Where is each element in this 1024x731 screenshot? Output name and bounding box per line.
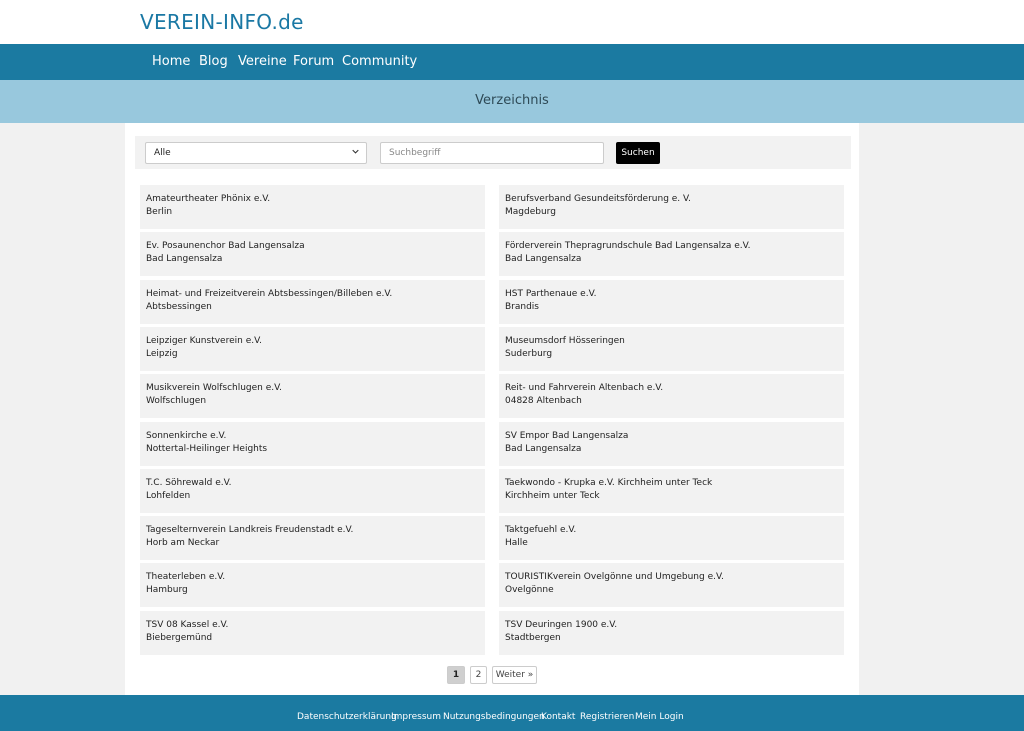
- listing-city: Abtsbessingen: [146, 302, 212, 312]
- listing-city: Bad Langensalza: [505, 254, 582, 264]
- listing-city: Kirchheim unter Teck: [505, 491, 600, 501]
- page-1-button[interactable]: 1: [447, 666, 465, 684]
- listing-card[interactable]: Taktgefuehl e.V. Halle: [499, 516, 844, 560]
- listing-city: Suderburg: [505, 349, 553, 359]
- listing-name[interactable]: T.C. Söhrewald e.V.: [146, 477, 485, 490]
- nav-item-home[interactable]: Home: [152, 54, 190, 69]
- listing-name[interactable]: HST Parthenaue e.V.: [505, 288, 844, 301]
- listing-card[interactable]: Tageselternverein Landkreis Freudenstadt…: [140, 516, 485, 560]
- listing-city: Horb am Neckar: [146, 538, 220, 548]
- listing-card[interactable]: Amateurtheater Phönix e.V. Berlin: [140, 185, 485, 229]
- listing-city: Ovelgönne: [505, 585, 554, 595]
- listing-card[interactable]: Ev. Posaunenchor Bad Langensalza Bad Lang…: [140, 232, 485, 276]
- top-header: VEREIN-INFO.de: [0, 0, 1024, 44]
- listing-card[interactable]: TSV 08 Kassel e.V. Biebergemünd: [140, 611, 485, 655]
- listing-name[interactable]: TSV Deuringen 1900 e.V.: [505, 619, 844, 632]
- footer-link-datenschutz[interactable]: Datenschutzerklärung: [297, 712, 397, 722]
- listing-city: Lohfelden: [146, 491, 191, 501]
- listing-city: Leipzig: [146, 349, 178, 359]
- chevron-down-icon: [352, 149, 359, 154]
- footer-link-nutzungsbedingungen[interactable]: Nutzungsbedingungen: [443, 712, 545, 722]
- footer-link-impressum[interactable]: Impressum: [391, 712, 441, 722]
- next-page-button[interactable]: Weiter »: [492, 666, 537, 684]
- listing-city: Stadtbergen: [505, 633, 561, 643]
- listing-card[interactable]: Musikverein Wolfschlugen e.V. Wolfschluge…: [140, 374, 485, 418]
- listing-city: Halle: [505, 538, 528, 548]
- listing-card[interactable]: Taekwondo - Krupka e.V. Kirchheim unter …: [499, 469, 844, 513]
- listing-card[interactable]: TSV Deuringen 1900 e.V. Stadtbergen: [499, 611, 844, 655]
- listing-name[interactable]: Taktgefuehl e.V.: [505, 524, 844, 537]
- listing-card[interactable]: HST Parthenaue e.V. Brandis: [499, 280, 844, 324]
- listing-city: Nottertal-Heilinger Heights: [146, 444, 268, 454]
- footer-link-mein-login[interactable]: Mein Login: [635, 712, 684, 722]
- listing-name[interactable]: Heimat- und Freizeitverein Abtsbessingen…: [146, 288, 485, 301]
- listing-card[interactable]: Leipziger Kunstverein e.V. Leipzig: [140, 327, 485, 371]
- listing-name[interactable]: Sonnenkirche e.V.: [146, 430, 485, 443]
- listing-card[interactable]: Heimat- und Freizeitverein Abtsbessingen…: [140, 280, 485, 324]
- listing-name[interactable]: Förderverein Thepragrundschule Bad Lange…: [505, 240, 844, 253]
- listing-name[interactable]: Reit- und Fahrverein Altenbach e.V.: [505, 382, 844, 395]
- listing-name[interactable]: Musikverein Wolfschlugen e.V.: [146, 382, 485, 395]
- page-2-button[interactable]: 2: [470, 666, 487, 684]
- listing-name[interactable]: TSV 08 Kassel e.V.: [146, 619, 485, 632]
- nav-item-vereine[interactable]: Vereine: [238, 54, 287, 69]
- listing-city: Berlin: [146, 207, 173, 217]
- listing-card[interactable]: Berufsverband Gesundeitsförderung e. V. M…: [499, 185, 844, 229]
- main-nav: Home Blog Vereine Forum Community: [0, 44, 1024, 80]
- footer-link-kontakt[interactable]: Kontakt: [541, 712, 575, 722]
- search-button[interactable]: Suchen: [616, 142, 660, 164]
- listing-card[interactable]: T.C. Söhrewald e.V. Lohfelden: [140, 469, 485, 513]
- listing-city: 04828 Altenbach: [505, 396, 582, 406]
- listing-city: Brandis: [505, 302, 539, 312]
- category-select[interactable]: Alle: [145, 142, 367, 164]
- listing-city: Bad Langensalza: [146, 254, 223, 264]
- listing-name[interactable]: Leipziger Kunstverein e.V.: [146, 335, 485, 348]
- site-logo[interactable]: VEREIN-INFO.de: [140, 10, 304, 34]
- listing-name[interactable]: Museumsdorf Hösseringen: [505, 335, 844, 348]
- listing-city: Biebergemünd: [146, 633, 213, 643]
- listing-card[interactable]: SV Empor Bad Langensalza Bad Langensalza: [499, 422, 844, 466]
- nav-item-community[interactable]: Community: [342, 54, 417, 69]
- nav-item-blog[interactable]: Blog: [199, 54, 228, 69]
- footer: Datenschutzerklärung Impressum Nutzungsb…: [0, 695, 1024, 731]
- listing-name[interactable]: Theaterleben e.V.: [146, 571, 485, 584]
- listing-name[interactable]: Amateurtheater Phönix e.V.: [146, 193, 485, 206]
- listing-card[interactable]: Sonnenkirche e.V. Nottertal-Heilinger Hei…: [140, 422, 485, 466]
- listing-card[interactable]: Museumsdorf Hösseringen Suderburg: [499, 327, 844, 371]
- page-banner: Verzeichnis: [0, 80, 1024, 123]
- listing-city: Hamburg: [146, 585, 188, 595]
- listing-city: Bad Langensalza: [505, 444, 582, 454]
- footer-link-registrieren[interactable]: Registrieren: [580, 712, 634, 722]
- search-input[interactable]: [380, 142, 604, 164]
- listing-name[interactable]: Taekwondo - Krupka e.V. Kirchheim unter …: [505, 477, 844, 490]
- listing-name[interactable]: Ev. Posaunenchor Bad Langensalza: [146, 240, 485, 253]
- listing-city: Wolfschlugen: [146, 396, 207, 406]
- listing-name[interactable]: Berufsverband Gesundeitsförderung e. V.: [505, 193, 844, 206]
- listing-name[interactable]: Tageselternverein Landkreis Freudenstadt…: [146, 524, 485, 537]
- listing-city: Magdeburg: [505, 207, 556, 217]
- listing-card[interactable]: Förderverein Thepragrundschule Bad Lange…: [499, 232, 844, 276]
- listing-name[interactable]: SV Empor Bad Langensalza: [505, 430, 844, 443]
- category-select-value: Alle: [154, 148, 171, 158]
- listing-name[interactable]: TOURISTIKverein Ovelgönne und Umgebung e…: [505, 571, 844, 584]
- listing-card[interactable]: Theaterleben e.V. Hamburg: [140, 563, 485, 607]
- listing-card[interactable]: TOURISTIKverein Ovelgönne und Umgebung e…: [499, 563, 844, 607]
- listing-card[interactable]: Reit- und Fahrverein Altenbach e.V. 04828…: [499, 374, 844, 418]
- nav-item-forum[interactable]: Forum: [293, 54, 334, 69]
- page-title: Verzeichnis: [475, 93, 549, 108]
